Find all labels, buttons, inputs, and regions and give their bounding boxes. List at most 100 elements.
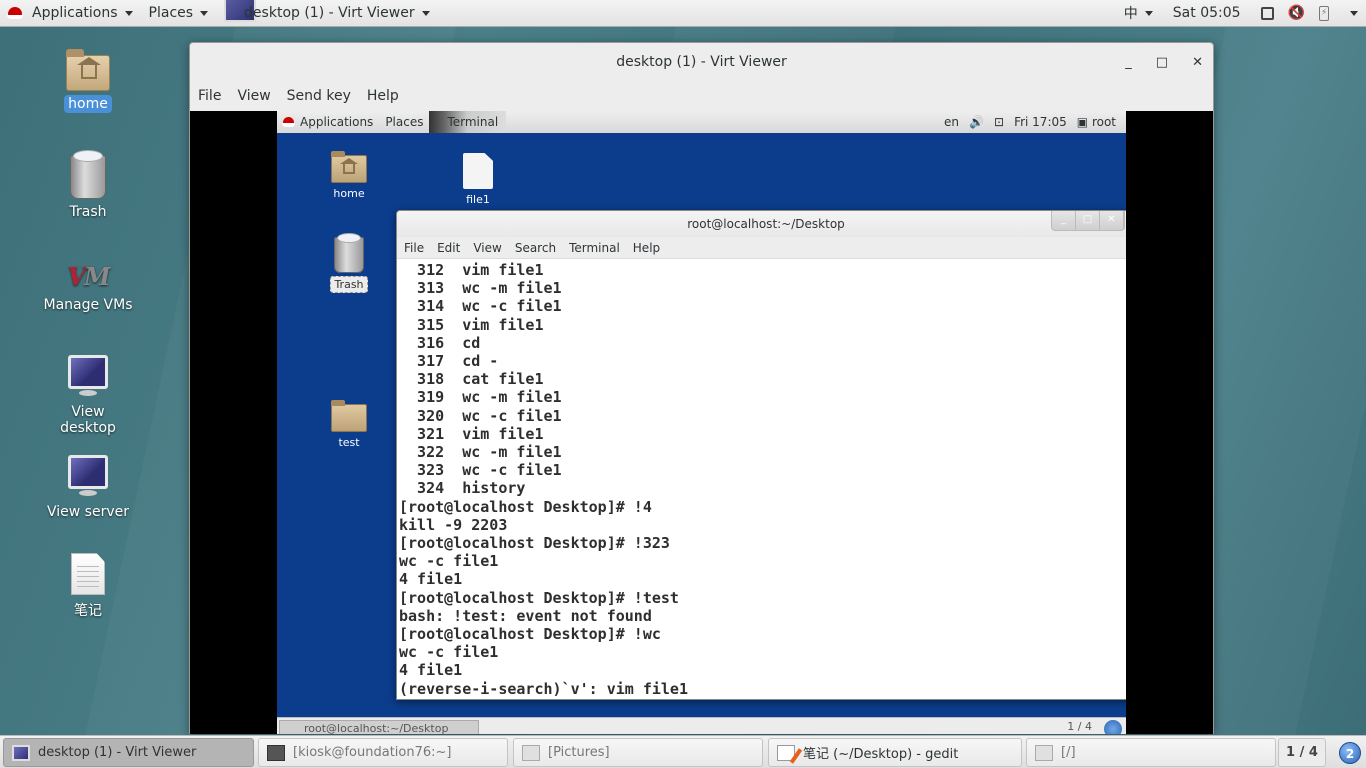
desktop-icon-trash[interactable]: Trash <box>38 150 138 221</box>
menu-help[interactable]: Help <box>367 88 407 104</box>
taskbar-item-root-folder[interactable]: [/] <box>1026 738 1276 767</box>
home-folder-icon <box>66 49 110 91</box>
maximize-button[interactable]: □ <box>1156 55 1168 70</box>
terminal-line: 317 cd - <box>399 352 499 371</box>
terminal-line: 319 wc -m file1 <box>399 388 562 407</box>
terminal-window: root@localhost:~/Desktop _ □ ✕ File Edit… <box>396 210 1126 700</box>
terminal-line: 322 wc -m file1 <box>399 443 562 462</box>
guest-places-menu[interactable]: Places <box>379 115 429 129</box>
guest-notification-badge[interactable] <box>1104 720 1122 734</box>
virt-viewer-titlebar[interactable]: desktop (1) - Virt Viewer _ □ ✕ <box>190 43 1213 81</box>
host-top-bar: Applications Places desktop (1) - Virt V… <box>0 0 1366 27</box>
guest-active-window-menu[interactable]: Terminal <box>429 111 507 133</box>
trash-icon <box>334 233 364 273</box>
notification-badge[interactable]: 2 <box>1339 742 1361 764</box>
terminal-line: kill -9 2203 <box>399 515 508 534</box>
vm-display[interactable]: Applications Places Terminal en 🔊 ⊡ Fri … <box>190 111 1213 734</box>
screen-icon <box>1260 6 1274 20</box>
user-icon: ▣ <box>1076 115 1089 129</box>
home-folder-icon <box>331 151 367 183</box>
desktop-icon-home[interactable]: home <box>38 49 138 113</box>
terminal-line: (reverse-i-search)`v': vim file1 <box>399 679 688 698</box>
applications-menu[interactable]: Applications <box>0 0 141 27</box>
guest-language[interactable]: en <box>944 115 959 129</box>
menu-file[interactable]: File <box>198 88 229 104</box>
taskbar-item-terminal[interactable]: [kiosk@foundation76:~] <box>258 738 508 767</box>
text-editor-icon <box>777 744 795 761</box>
minimize-button[interactable]: _ <box>1125 55 1132 70</box>
taskbar-item-gedit[interactable]: 笔记 (~/Desktop) - gedit <box>768 738 1022 767</box>
chevron-down-icon <box>421 10 430 16</box>
guest-bottom-bar: root@localhost:~/Desktop 1 / 4 <box>277 717 1126 734</box>
terminal-output[interactable]: 312 vim file1 313 wc -m file1 314 wc -c … <box>397 259 1126 698</box>
terminal-line: wc -c file1 <box>399 643 499 662</box>
guest-applications-menu[interactable]: Applications <box>277 115 379 129</box>
menu-send-key[interactable]: Send key <box>287 88 359 104</box>
desktop-icon-notes[interactable]: 笔记 <box>38 553 138 621</box>
guest-icon-test[interactable]: test <box>319 400 379 450</box>
network-icon[interactable]: ⊡ <box>994 115 1004 129</box>
monitor-icon <box>68 455 108 496</box>
chevron-down-icon <box>1144 10 1153 16</box>
taskbar-item-virt-viewer[interactable]: desktop (1) - Virt Viewer <box>3 738 254 767</box>
terminal-line: 313 wc -m file1 <box>399 279 562 298</box>
speaker-icon[interactable]: 🔊 <box>969 115 984 129</box>
speaker-muted-icon: 🔇 <box>1287 5 1305 21</box>
guest-icon-file1[interactable]: file1 <box>448 153 508 207</box>
virt-manager-icon: VM <box>67 262 110 291</box>
guest-desktop[interactable]: Applications Places Terminal en 🔊 ⊡ Fri … <box>277 111 1126 734</box>
terminal-titlebar[interactable]: root@localhost:~/Desktop _ □ ✕ <box>397 211 1126 237</box>
chevron-down-icon <box>1350 10 1358 16</box>
active-window-menu[interactable]: desktop (1) - Virt Viewer <box>216 0 438 27</box>
terminal-line: [root@localhost Desktop]# !323 <box>399 534 670 553</box>
taskbar-item-pictures[interactable]: [Pictures] <box>513 738 763 767</box>
terminal-menu-edit[interactable]: Edit <box>437 241 460 255</box>
terminal-line: 314 wc -c file1 <box>399 297 562 316</box>
guest-top-bar: Applications Places Terminal en 🔊 ⊡ Fri … <box>277 111 1126 133</box>
terminal-menu-file[interactable]: File <box>404 241 424 255</box>
desktop-icon-view-server[interactable]: View server <box>38 455 138 521</box>
terminal-line: 318 cat file1 <box>399 370 544 389</box>
terminal-line: [root@localhost Desktop]# !4 <box>399 497 652 516</box>
monitor-icon <box>12 744 30 761</box>
guest-task-terminal[interactable]: root@localhost:~/Desktop <box>279 720 479 734</box>
terminal-menu-view[interactable]: View <box>473 241 501 255</box>
terminal-line: 312 vim file1 <box>399 261 544 279</box>
guest-clock[interactable]: Fri 17:05 <box>1014 115 1067 129</box>
chevron-down-icon <box>124 10 133 16</box>
terminal-maximize-button[interactable]: □ <box>1076 211 1100 230</box>
virt-viewer-menubar: File View Send key Help <box>190 81 1213 111</box>
virt-viewer-window: desktop (1) - Virt Viewer _ □ ✕ File Vie… <box>189 42 1214 734</box>
text-file-icon <box>71 553 105 595</box>
folder-icon <box>331 400 367 432</box>
battery-charging-icon: ⚡ <box>1319 5 1329 21</box>
guest-user-menu[interactable]: ▣ root <box>1077 115 1116 129</box>
guest-icon-home[interactable]: home <box>319 151 379 201</box>
chevron-down-icon <box>200 10 209 16</box>
terminal-close-button[interactable]: ✕ <box>1100 211 1124 230</box>
places-menu[interactable]: Places <box>141 0 217 27</box>
terminal-menu-search[interactable]: Search <box>515 241 556 255</box>
file-cabinet-icon <box>522 744 540 761</box>
clock[interactable]: Sat 05:05 <box>1161 0 1253 27</box>
terminal-line: 316 cd <box>399 333 481 352</box>
terminal-line: 4 file1 <box>399 570 463 589</box>
redhat-logo-icon <box>7 7 23 19</box>
guest-workspace-indicator[interactable]: 1 / 4 <box>1067 720 1092 733</box>
guest-icon-trash[interactable]: Trash <box>319 233 379 293</box>
terminal-line: bash: !test: event not found <box>399 606 652 625</box>
terminal-line: [root@localhost Desktop]# !test <box>399 588 679 607</box>
terminal-line: [root@localhost Desktop]# !wc <box>399 625 661 644</box>
desktop-icon-view-desktop[interactable]: View desktop <box>38 355 138 437</box>
desktop-icon-manage-vms[interactable]: VM Manage VMs <box>38 262 138 314</box>
input-method-menu[interactable]: 中 <box>1116 0 1161 27</box>
menu-view[interactable]: View <box>237 88 278 104</box>
terminal-minimize-button[interactable]: _ <box>1052 211 1076 230</box>
system-status-menu[interactable]: 🔇 ⚡ <box>1253 0 1366 27</box>
trash-icon <box>70 150 106 199</box>
terminal-line: 320 wc -c file1 <box>399 406 562 425</box>
close-button[interactable]: ✕ <box>1192 55 1203 70</box>
terminal-menu-help[interactable]: Help <box>633 241 660 255</box>
workspace-indicator[interactable]: 1 / 4 <box>1278 738 1326 767</box>
terminal-menu-terminal[interactable]: Terminal <box>569 241 620 255</box>
